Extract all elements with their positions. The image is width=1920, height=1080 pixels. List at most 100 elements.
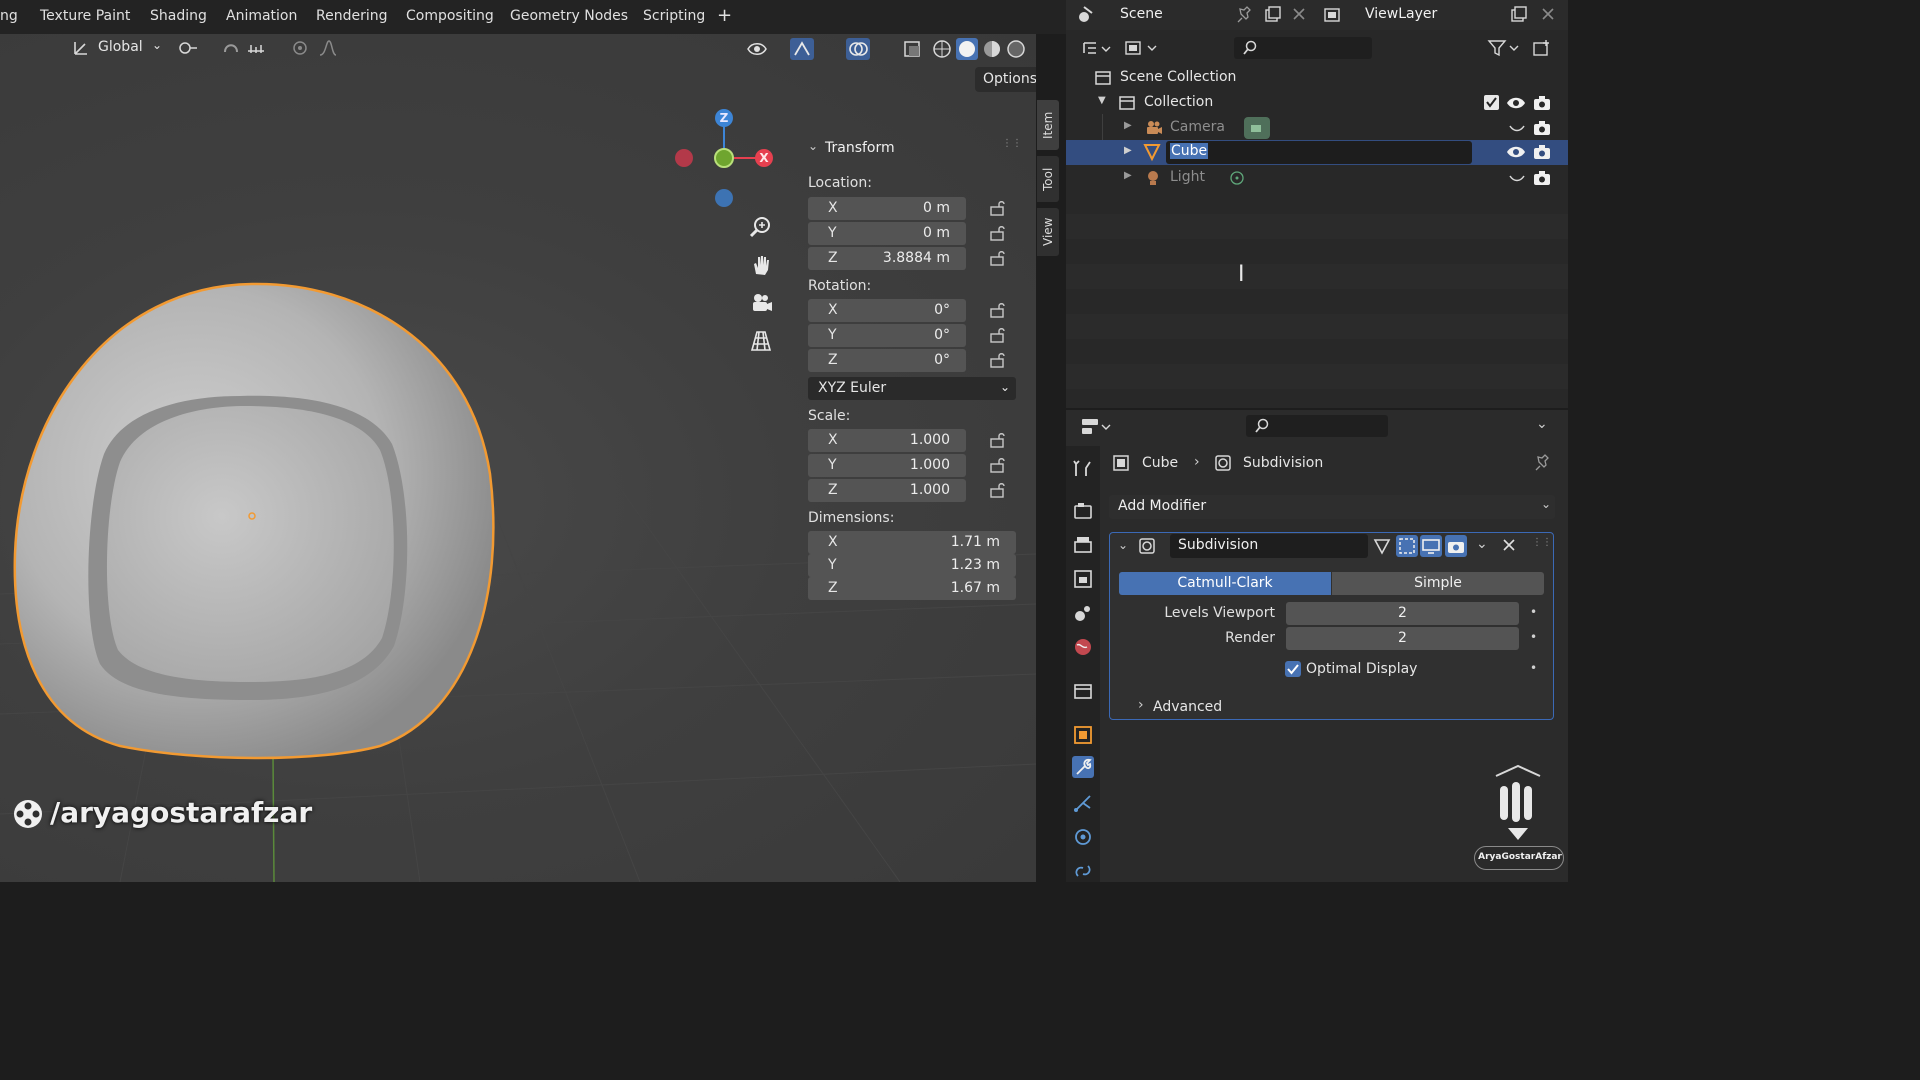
lock-icon[interactable] [988, 249, 1006, 267]
wireframe-shading-icon[interactable] [932, 39, 952, 59]
levels-viewport-field[interactable]: 2 [1286, 602, 1519, 625]
rotation-z-field[interactable]: Z 0° [808, 349, 966, 372]
gizmo-toggle-icon[interactable] [790, 38, 814, 60]
overlays-toggle-icon[interactable] [846, 38, 870, 60]
modifier-tab-wrench-icon[interactable] [1072, 756, 1094, 778]
physics-tab-icon[interactable] [1072, 826, 1094, 848]
tab-texture-paint[interactable]: Texture Paint [40, 8, 130, 24]
zoom-icon[interactable] [748, 214, 774, 240]
visibility-selectability-icon[interactable] [746, 39, 768, 59]
proportional-editing-icon[interactable] [290, 38, 310, 58]
collapse-chevron-icon[interactable]: ⌄ [808, 139, 818, 153]
drag-handle-icon[interactable]: ⋮⋮ [1532, 537, 1552, 548]
chevron-right-icon[interactable]: › [1138, 697, 1144, 713]
filter-icon[interactable] [1486, 38, 1520, 58]
chevron-down-icon[interactable]: ⌄ [1476, 536, 1488, 552]
properties-search-input[interactable] [1246, 415, 1388, 437]
snap-toggle-icon[interactable] [220, 38, 242, 58]
dimensions-x-field[interactable]: X 1.71 m [808, 531, 1016, 554]
modifier-name-field[interactable]: Subdivision [1170, 534, 1368, 558]
tab-rendering[interactable]: Rendering [316, 8, 388, 24]
falloff-curve-icon[interactable] [318, 39, 338, 57]
catmull-clark-option[interactable]: Catmull-Clark [1119, 572, 1331, 595]
new-view-layer-icon[interactable] [1510, 5, 1528, 23]
tab-item[interactable]: Item [1037, 100, 1059, 150]
gizmo-neg-z-axis[interactable] [715, 189, 733, 207]
world-tab-icon[interactable] [1072, 636, 1094, 658]
expand-arrow-icon[interactable]: ▼ [1098, 95, 1106, 106]
transform-orientation-dropdown[interactable]: Global [98, 39, 143, 55]
render-levels-field[interactable]: 2 [1286, 627, 1519, 650]
scene-collection-row[interactable]: Scene Collection [1066, 66, 1568, 90]
tab-layout-partial[interactable]: ng [0, 8, 18, 24]
add-workspace-button[interactable]: + [717, 5, 732, 26]
panel-title[interactable]: Transform [825, 140, 895, 156]
display-mode-icon[interactable] [1124, 39, 1158, 57]
editor-type-icon[interactable] [1080, 416, 1114, 438]
scene-icon[interactable] [1076, 5, 1098, 25]
delete-view-layer-icon[interactable] [1540, 6, 1556, 22]
render-camera-icon[interactable] [1532, 119, 1552, 137]
lock-icon[interactable] [988, 199, 1006, 217]
pan-hand-icon[interactable] [748, 252, 774, 278]
collapse-chevron-icon[interactable]: ⌄ [1118, 538, 1128, 552]
outliner-search-input[interactable] [1234, 37, 1372, 59]
perspective-grid-icon[interactable] [748, 328, 774, 354]
tab-tool[interactable]: Tool [1037, 156, 1059, 202]
3d-viewport[interactable]: Global ⌄ Options Z X ⌄ Transform ⋮⋮ Loca… [0, 34, 1036, 882]
scale-y-field[interactable]: Y 1.000 [808, 454, 966, 477]
gizmo-neg-x-axis[interactable] [675, 149, 693, 167]
options-dropdown[interactable]: Options ⌄ [975, 67, 1036, 92]
render-toggle-icon[interactable] [1445, 535, 1467, 557]
lock-icon[interactable] [988, 224, 1006, 242]
dimensions-y-field[interactable]: Y 1.23 m [808, 554, 1016, 577]
expand-arrow-icon[interactable]: ▶ [1124, 170, 1132, 181]
light-data-icon[interactable] [1228, 169, 1246, 187]
rename-input[interactable]: Cube [1166, 141, 1472, 164]
lock-icon[interactable] [988, 431, 1006, 449]
navigation-gizmo[interactable]: Z X [672, 106, 782, 216]
add-modifier-dropdown[interactable]: Add Modifier ⌄ [1109, 495, 1555, 519]
outliner-item-cube[interactable]: ▶ Cube [1066, 140, 1568, 165]
snap-increment-icon[interactable] [246, 39, 266, 57]
location-x-field[interactable]: X0 m [808, 197, 966, 220]
outliner-item-light[interactable]: ▶ Light [1066, 166, 1568, 190]
solid-shading-icon[interactable] [956, 38, 978, 60]
constraints-tab-icon[interactable] [1072, 860, 1094, 882]
output-tab-icon[interactable] [1072, 534, 1094, 556]
dimensions-z-field[interactable]: Z 1.67 m [808, 577, 1016, 600]
close-icon[interactable] [1502, 538, 1516, 552]
editor-type-icon[interactable] [1082, 39, 1112, 57]
eye-icon[interactable] [1506, 94, 1526, 112]
rotation-mode-dropdown[interactable]: XYZ Euler ⌄ [808, 377, 1016, 400]
expand-arrow-icon[interactable]: ▶ [1124, 145, 1132, 156]
camera-data-icon[interactable] [1244, 117, 1270, 139]
outliner-item-camera[interactable]: ▶ Camera [1066, 114, 1568, 164]
exclude-checkbox[interactable] [1484, 95, 1499, 110]
optimal-display-checkbox[interactable] [1285, 661, 1301, 677]
view-layer-tab-icon[interactable] [1072, 568, 1094, 590]
scene-name-field[interactable]: Scene [1120, 6, 1163, 22]
location-z-field[interactable]: Z 3.8884 m [808, 247, 966, 270]
simple-option[interactable]: Simple [1332, 572, 1544, 595]
view-layer-name-field[interactable]: ViewLayer [1365, 6, 1437, 22]
rotation-x-field[interactable]: X 0° [808, 299, 966, 322]
eye-closed-icon[interactable] [1508, 170, 1526, 186]
location-y-field[interactable]: Y0 m [808, 222, 966, 245]
new-scene-icon[interactable] [1264, 5, 1282, 23]
pivot-point-icon[interactable] [178, 39, 198, 57]
camera-view-icon[interactable] [748, 290, 774, 316]
eye-closed-icon[interactable] [1508, 120, 1526, 136]
collection-tab-icon[interactable] [1072, 680, 1094, 702]
lock-icon[interactable] [988, 301, 1006, 319]
pin-icon[interactable] [1236, 6, 1254, 24]
edit-mode-toggle-icon[interactable] [1372, 536, 1392, 556]
render-camera-icon[interactable] [1532, 94, 1552, 112]
pin-icon[interactable] [1534, 454, 1552, 472]
lock-icon[interactable] [988, 481, 1006, 499]
lock-icon[interactable] [988, 351, 1006, 369]
on-cage-toggle-icon[interactable] [1396, 535, 1418, 557]
tab-animation[interactable]: Animation [226, 8, 297, 24]
xray-toggle-icon[interactable] [902, 39, 922, 59]
particles-tab-icon[interactable] [1072, 792, 1094, 814]
